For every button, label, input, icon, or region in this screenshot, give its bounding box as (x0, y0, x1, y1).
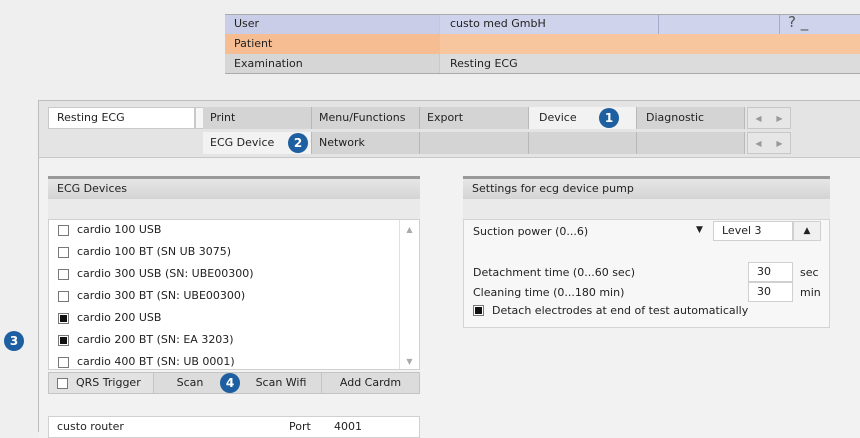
router-row: custo router Port 4001 (48, 416, 420, 438)
device-label-5: cardio 200 BT (SN: EA 3203) (77, 333, 234, 346)
tab-export[interactable]: Export (420, 107, 529, 129)
tab-diagnostic[interactable]: Diagnostic (637, 107, 745, 129)
arrow-up-icon: ▲ (803, 226, 811, 236)
list-item[interactable]: cardio 100 USB (58, 220, 161, 240)
help-label[interactable]: ? (788, 13, 796, 31)
main-panel: Resting ECG ▼ Print Menu/Functions Expor… (4, 100, 860, 438)
device-list-scrollbar[interactable]: ▲ ▼ (399, 220, 419, 369)
pump-settings-box: Suction power (0...6) ▼ Level 3 ▲ Detach… (463, 219, 830, 328)
tab-device[interactable]: Device (529, 107, 637, 129)
pump-settings-title: Settings for ecg device pump (463, 176, 830, 199)
device-checkbox-6[interactable] (58, 356, 69, 368)
device-checkbox-3[interactable] (58, 290, 69, 302)
patient-value (440, 34, 860, 54)
tab-menu-functions[interactable]: Menu/Functions (312, 107, 420, 129)
subtab-network[interactable]: Network (312, 132, 420, 154)
suction-stepper-up[interactable]: ▲ (793, 221, 821, 241)
detach-label: Detachment time (0...60 sec) (473, 266, 636, 279)
examination-value: Resting ECG (450, 57, 518, 70)
subtab-empty-2 (529, 132, 637, 154)
device-checkbox-1[interactable] (58, 246, 69, 258)
callout-badge-1: 1 (599, 108, 619, 128)
subtab-empty-1 (420, 132, 529, 154)
device-label-1: cardio 100 BT (SN UB 3075) (77, 245, 232, 258)
auto-detach-checkbox[interactable] (473, 305, 484, 316)
list-item[interactable]: cardio 200 USB (58, 308, 161, 328)
user-label: User (225, 14, 440, 34)
device-label-0: cardio 100 USB (77, 223, 162, 236)
arrow-left-icon[interactable]: ◀ (755, 114, 761, 123)
exam-select[interactable]: Resting ECG (48, 107, 195, 129)
device-checkbox-2[interactable] (58, 268, 69, 280)
tab-bar: Resting ECG ▼ Print Menu/Functions Expor… (39, 101, 860, 158)
callout-badge-3: 3 (4, 331, 24, 351)
detach-unit: sec (800, 266, 819, 279)
user-extra-cell (658, 14, 780, 34)
scroll-down-icon[interactable]: ▼ (400, 357, 419, 366)
pump-spacer (463, 199, 830, 219)
arrow-right-icon[interactable]: ▶ (776, 139, 782, 148)
examination-row: Examination Resting ECG (225, 54, 860, 74)
content-area: ECG Devices cardio 100 USB cardio 100 BT… (4, 158, 860, 438)
clean-input[interactable]: 30 (748, 282, 793, 302)
patient-row: Patient (225, 34, 860, 54)
detach-input[interactable]: 30 (748, 262, 793, 282)
arrow-right-icon[interactable]: ▶ (776, 114, 782, 123)
list-item[interactable]: cardio 100 BT (SN UB 3075) (58, 242, 231, 262)
add-cardm-button[interactable]: Add Cardm (321, 373, 419, 393)
examination-label: Examination (225, 54, 440, 74)
ecg-devices-title: ECG Devices (48, 176, 420, 199)
patient-label: Patient (225, 34, 440, 54)
suction-dropdown-icon[interactable]: ▼ (692, 222, 707, 238)
clean-label: Cleaning time (0...180 min) (473, 286, 625, 299)
qrs-trigger-label: QRS Trigger (76, 376, 141, 389)
suction-select[interactable]: Level 3 (713, 221, 793, 241)
list-item[interactable]: cardio 300 BT (SN: UBE00300) (58, 286, 245, 306)
auto-detach-option[interactable]: Detach electrodes at end of test automat… (473, 304, 748, 317)
help-button[interactable]: ? _ (788, 13, 808, 31)
device-label-4: cardio 200 USB (77, 311, 162, 324)
list-item[interactable]: cardio 400 BT (SN: UB 0001) (58, 352, 235, 372)
device-checkbox-0[interactable] (58, 224, 69, 236)
device-label-2: cardio 300 USB (SN: UBE00300) (77, 267, 254, 280)
auto-detach-label: Detach electrodes at end of test automat… (492, 304, 749, 317)
scroll-up-icon[interactable]: ▲ (400, 225, 419, 234)
tab-scroll-arrows[interactable]: ◀ ▶ (747, 107, 791, 129)
subtab-empty-3 (637, 132, 745, 154)
qrs-trigger-checkbox[interactable] (57, 377, 68, 389)
list-item[interactable]: cardio 200 BT (SN: EA 3203) (58, 330, 234, 350)
suction-label: Suction power (0...6) (473, 225, 589, 238)
subtab-scroll-arrows[interactable]: ◀ ▶ (747, 132, 791, 154)
device-checkbox-5[interactable] (58, 334, 69, 346)
scan-wifi-button[interactable]: Scan Wifi (226, 373, 321, 393)
device-label-6: cardio 400 BT (SN: UB 0001) (77, 355, 235, 368)
callout-badge-2: 2 (288, 133, 308, 153)
tab-print[interactable]: Print (203, 107, 312, 129)
list-item[interactable]: cardio 300 USB (SN: UBE00300) (58, 264, 254, 284)
ecg-devices-spacer (48, 199, 420, 219)
arrow-left-icon[interactable]: ◀ (755, 139, 761, 148)
device-label-3: cardio 300 BT (SN: UBE00300) (77, 289, 246, 302)
clean-unit: min (800, 286, 821, 299)
minimize-button[interactable]: _ (801, 13, 809, 31)
qrs-trigger[interactable]: QRS Trigger (49, 373, 153, 393)
device-list: cardio 100 USB cardio 100 BT (SN UB 3075… (48, 219, 420, 370)
device-checkbox-4[interactable] (58, 312, 69, 324)
callout-badge-4: 4 (220, 373, 240, 393)
scan-button[interactable]: Scan (153, 373, 226, 393)
